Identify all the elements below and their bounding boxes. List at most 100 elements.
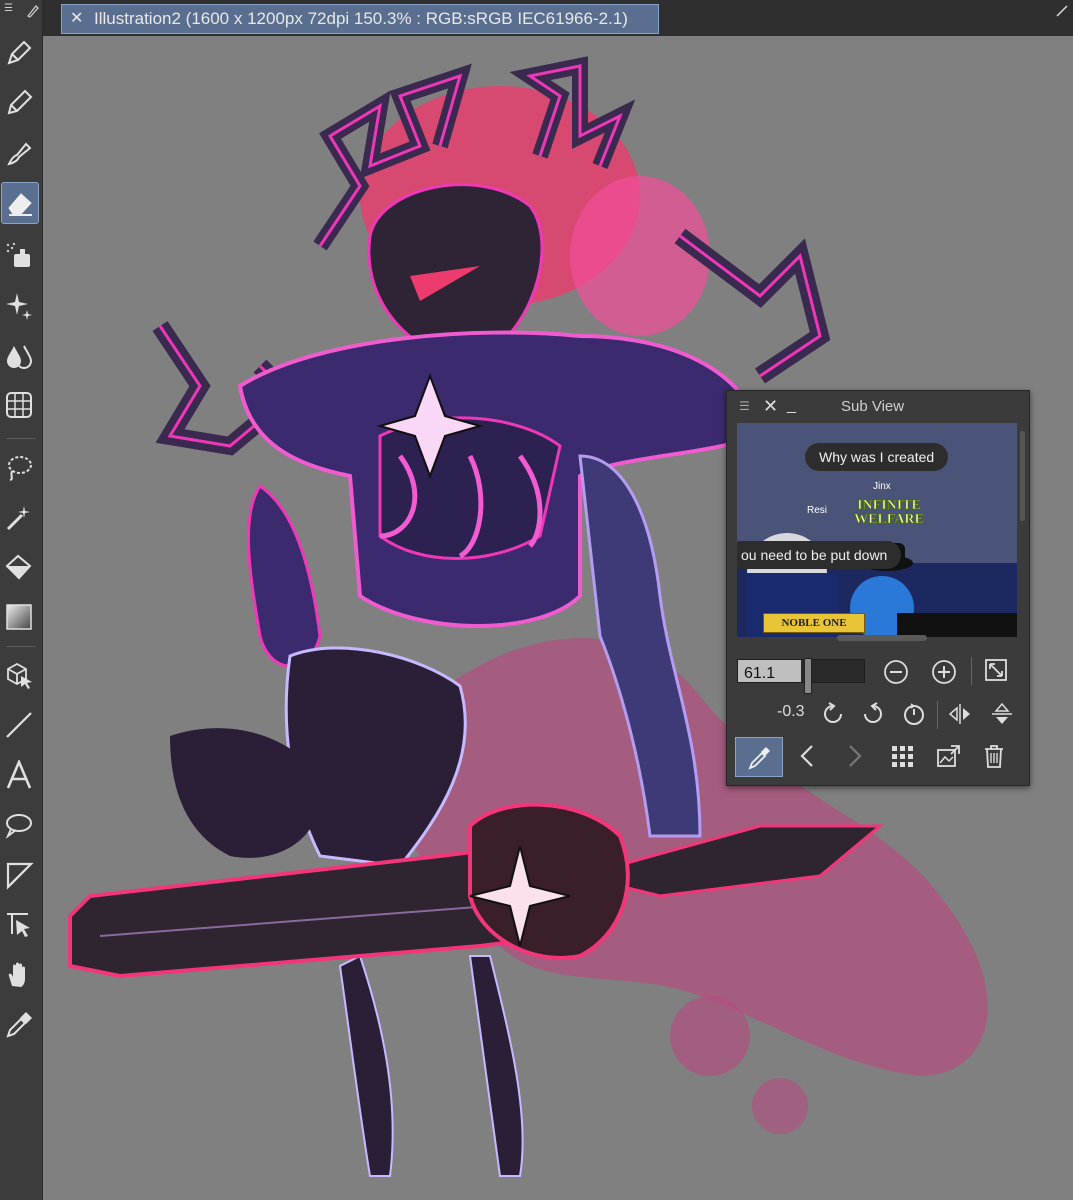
blend-drops-icon [7,345,33,369]
toolbar-divider [6,438,36,439]
hand-icon [8,962,25,987]
flip-horizontal-icon [948,704,970,724]
next-image-button[interactable] [841,743,867,769]
document-tab-bar: ✕ Illustration2 (1600 x 1200px 72dpi 150… [43,0,1073,36]
speaker-label-left: Resi [807,505,828,516]
image-list-button[interactable] [889,743,915,769]
text-tool[interactable] [2,758,36,792]
toolbar-divider [6,646,36,647]
gradient-tool[interactable] [2,600,36,634]
pen-tool[interactable] [2,36,36,70]
eyedropper-icon [748,747,770,770]
sub-view-title: Sub View [841,397,905,415]
balloon-tool[interactable] [2,808,36,842]
import-image-icon [937,745,960,767]
zoom-row: 61.1 [737,655,1017,694]
zoom-in-button[interactable] [931,659,957,685]
pen-icon [7,40,32,65]
fit-view-icon [985,659,1007,681]
rotate-left-button[interactable] [821,701,847,727]
chat-bubble: Why was I created [805,443,949,471]
auto-select-tool[interactable] [2,500,36,534]
text-icon [6,760,32,789]
menu-icon[interactable]: ☰ [4,4,16,14]
magic-wand-icon [6,506,30,531]
eyedropper-toggle-button[interactable] [735,737,783,777]
lasso-select-tool[interactable] [2,450,36,484]
eyedropper-tool[interactable] [2,1008,36,1042]
eyedropper-icon [6,1012,32,1038]
zoom-value: 61.1 [744,665,776,682]
bucket-icon [5,554,32,580]
rotate-right-button[interactable] [859,701,885,727]
sub-view-panel: ☰ ✕ _ Sub View Why was I created Jinx Re… [726,390,1030,786]
close-icon[interactable]: ✕ [763,396,778,417]
chevron-left-icon [800,745,813,767]
zoom-in-icon [932,660,956,684]
pencil-icon [7,89,33,115]
frame-tool[interactable] [2,388,36,422]
ruler-tool[interactable] [2,858,36,892]
tool-palette: ☰ [0,0,43,1200]
lasso-icon [8,456,32,481]
airbrush-icon [6,242,30,267]
airbrush-tool[interactable] [2,238,36,272]
divider [971,657,972,685]
line-icon [6,712,32,738]
grid-sphere-icon [6,392,32,418]
game-logo: INFINITE WELFARE [854,498,924,527]
import-image-button[interactable] [935,743,961,769]
fill-tool[interactable] [2,550,36,584]
pencil-icon[interactable] [26,4,40,18]
correct-line-tool[interactable] [2,908,36,942]
previous-image-button[interactable] [795,743,821,769]
speaker-label: Jinx [873,481,891,492]
divider [937,701,938,729]
blend-tool[interactable] [2,338,36,372]
rotate-right-icon [864,702,882,723]
chevron-right-icon [849,745,862,767]
speech-bubble-icon [5,814,32,840]
subview-actions-row [735,737,1019,777]
trash-icon [985,745,1003,768]
panel-menu-icon[interactable]: ☰ [739,399,753,413]
name-banner: NOBLE ONE [763,613,865,633]
object-tool[interactable] [2,658,36,692]
flip-vertical-button[interactable] [989,701,1015,727]
vertical-scrollbar[interactable] [1020,431,1025,521]
minimize-icon[interactable]: _ [787,397,801,415]
sub-view-preview[interactable]: Why was I created Jinx Resi INFINITE WEL… [737,423,1017,637]
rotation-row: -0.3 [737,697,1017,731]
horizontal-scrollbar[interactable] [837,635,927,641]
document-tab-title: Illustration2 (1600 x 1200px 72dpi 150.3… [94,9,628,28]
close-tab-icon[interactable]: ✕ [70,11,84,27]
reset-rotation-button[interactable] [901,701,927,727]
sparkle-icon [6,293,32,320]
toolbar-header: ☰ [0,0,42,30]
flip-vertical-icon [992,702,1012,724]
pencil-tool[interactable] [2,86,36,120]
reset-rotation-icon [904,703,924,725]
document-tab[interactable]: ✕ Illustration2 (1600 x 1200px 72dpi 150… [61,4,659,34]
panel-menu-icon[interactable] [1055,4,1069,18]
flip-horizontal-button[interactable] [947,701,973,727]
zoom-slider[interactable]: 61.1 [737,658,865,694]
hand-tool[interactable] [2,958,36,992]
rotation-value: -0.3 [777,703,805,720]
zoom-out-button[interactable] [883,659,909,685]
gradient-icon [6,604,32,630]
line-tool[interactable] [2,708,36,742]
decoration-tool[interactable] [2,288,36,322]
grid-icon [892,746,913,767]
sub-view-titlebar[interactable]: ☰ ✕ _ Sub View [727,391,1029,421]
zoom-slider-thumb[interactable] [804,658,812,694]
correct-line-icon [7,913,30,937]
eraser-icon [8,193,32,216]
brush-tool[interactable] [2,136,36,170]
rotate-left-icon [824,702,842,723]
cube-cursor-icon [7,662,32,689]
fit-to-view-button[interactable] [983,657,1009,683]
chat-bubble: ou need to be put down [737,541,902,569]
delete-image-button[interactable] [981,743,1007,769]
eraser-tool[interactable] [1,182,39,224]
